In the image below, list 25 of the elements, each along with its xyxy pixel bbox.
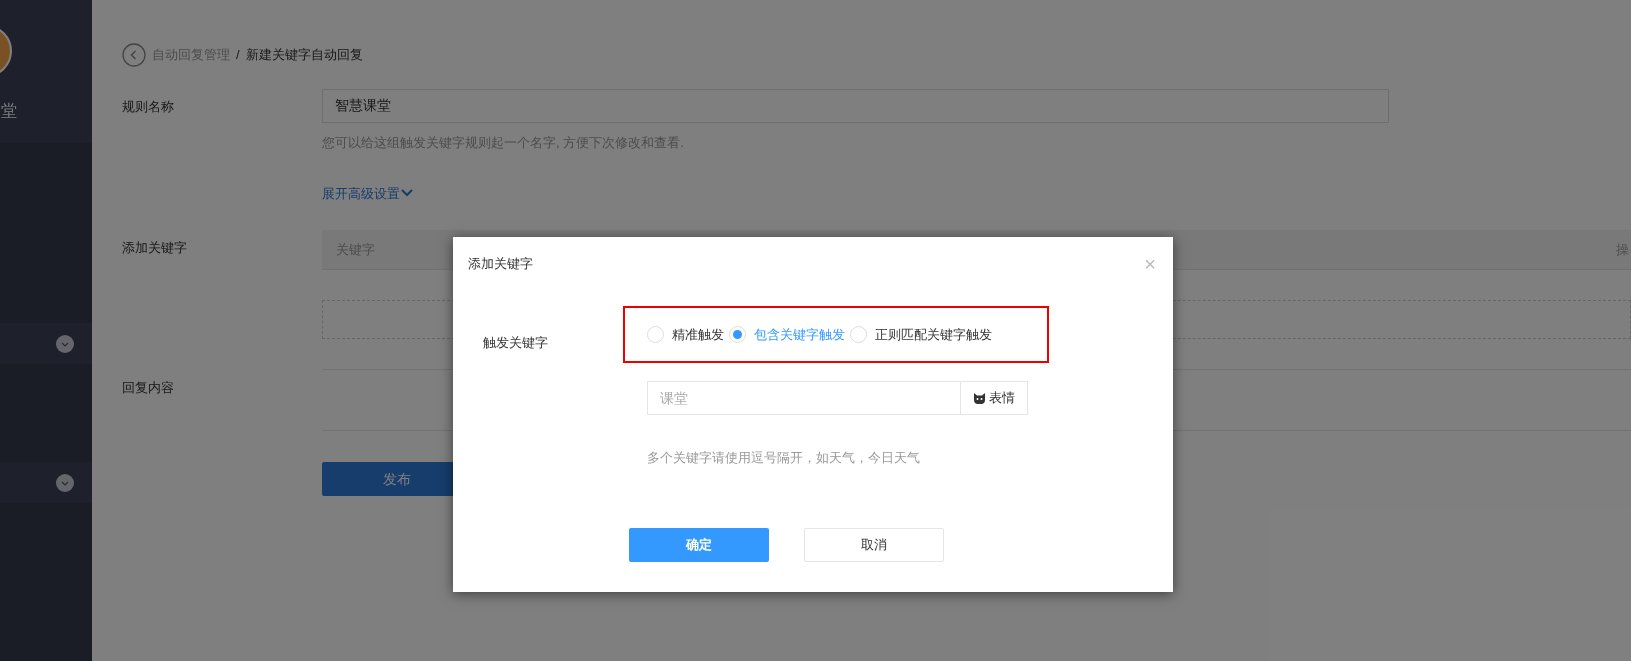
breadcrumb-current: 新建关键字自动回复 xyxy=(245,46,363,65)
field-label: 回复内容 xyxy=(122,379,175,397)
cat-face-icon xyxy=(973,392,986,404)
emoji-button[interactable]: 表情 xyxy=(960,382,1027,414)
rule-name-input[interactable]: 智慧课堂 xyxy=(322,89,1389,123)
expand-advanced-link[interactable]: 展开高级设置 xyxy=(322,183,413,203)
keyword-hint: 多个关键字请使用逗号隔开，如天气，今日天气 xyxy=(647,449,921,467)
radio-option[interactable]: 包含关键字触发 xyxy=(729,324,845,345)
field-label: 添加关键字 xyxy=(122,239,188,257)
radio-option[interactable]: 正则匹配关键字触发 xyxy=(850,324,992,345)
user-name: 堂 xyxy=(1,103,18,119)
back-icon[interactable] xyxy=(122,43,146,67)
radio-option[interactable]: 精准触发 xyxy=(647,324,724,345)
chevron-down-icon xyxy=(56,334,74,353)
cancel-button[interactable]: 取消 xyxy=(804,527,944,562)
breadcrumb-separator: / xyxy=(236,46,240,65)
chevron-down-icon xyxy=(401,188,413,199)
chevron-down-icon xyxy=(56,473,74,492)
field-label: 触发关键字 xyxy=(482,334,549,352)
confirm-button[interactable]: 确定 xyxy=(629,527,769,562)
menu-group-header[interactable] xyxy=(0,323,92,364)
menu-group-header[interactable] xyxy=(0,462,92,503)
dialog-title: 添加关键字 xyxy=(468,255,533,274)
field-label: 规则名称 xyxy=(122,98,175,116)
keyword-input[interactable]: 课堂 表情 xyxy=(647,381,1028,415)
